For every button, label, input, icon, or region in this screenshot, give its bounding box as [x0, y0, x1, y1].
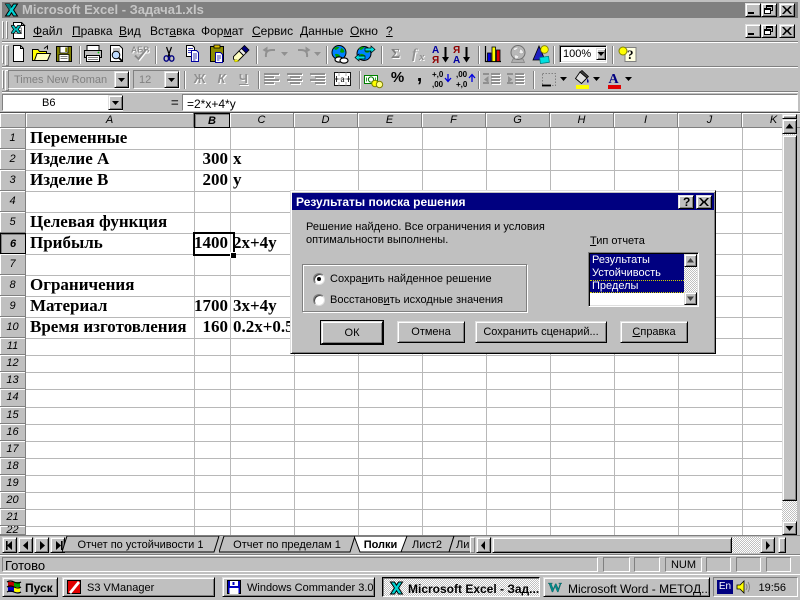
svg-text:А: А [453, 55, 460, 65]
svg-text:W: W [548, 581, 562, 595]
svg-text:,00: ,00 [456, 70, 468, 79]
svg-text:x: x [418, 51, 425, 63]
svg-text:+,0: +,0 [456, 80, 468, 89]
svg-text:,00: ,00 [432, 80, 444, 89]
svg-text:a: a [341, 74, 345, 84]
svg-text:+,0: +,0 [432, 70, 444, 79]
svg-text:А: А [609, 72, 620, 87]
svg-text:?: ? [627, 47, 634, 62]
svg-text:АБВ: АБВ [131, 45, 149, 55]
svg-text:Σ: Σ [391, 47, 400, 62]
svg-text:Я: Я [432, 55, 439, 65]
